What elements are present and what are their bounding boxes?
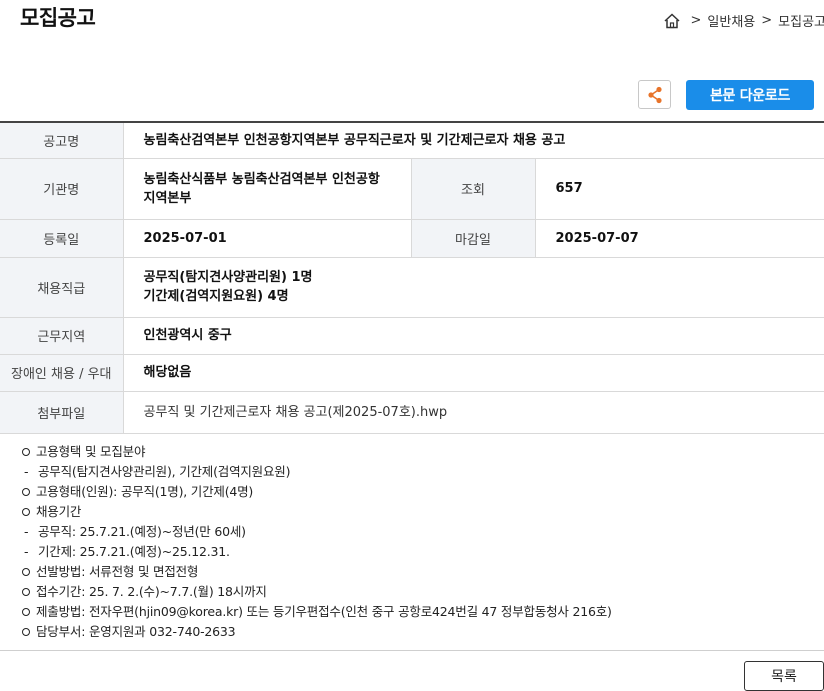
disabled-hiring-label: 장애인 채용 / 우대 [0,354,124,392]
body-line: 담당부서: 운영지원과 032-740-2633 [20,622,612,642]
breadcrumb-separator: > [761,13,773,28]
views-value: 657 [535,158,824,220]
rank-label: 채용직급 [0,257,124,318]
table-row: 기관명 농림축산식품부 농림축산검역본부 인천공항 지역본부 조회 657 [0,158,824,220]
rank-value-line: 공무직(탐지견사양관리원) 1명 [143,270,313,285]
views-label: 조회 [411,158,536,220]
download-body-button[interactable]: 본문 다운로드 [686,80,814,110]
list-button[interactable]: 목록 [744,661,824,691]
rank-value: 공무직(탐지견사양관리원) 1명 기간제(검역지원요원) 4명 [123,257,824,318]
deadline-label: 마감일 [411,219,536,258]
body-line: 제출방법: 전자우편(hjin09@korea.kr) 또는 등기우편접수(인천… [20,602,612,622]
table-row: 공고명 농림축산검역본부 인천공항지역본부 공무직근로자 및 기간제근로자 채용… [0,122,824,159]
breadcrumb-item-general-hiring[interactable]: 일반채용 [707,11,755,30]
breadcrumb-separator: > [690,13,702,28]
region-value: 인천광역시 중구 [123,317,824,355]
table-row: 채용직급 공무직(탐지견사양관리원) 1명 기간제(검역지원요원) 4명 [0,257,824,318]
body-line: 고용형태(인원): 공무직(1명), 기간제(4명) [20,482,612,502]
circle-bullet-icon [22,608,30,616]
page-title: 모집공고 [20,6,96,30]
breadcrumb: > 일반채용 > 모집공고 [663,11,824,30]
org-label: 기관명 [0,158,124,220]
circle-bullet-icon [22,448,30,456]
title-value: 농림축산검역본부 인천공항지역본부 공무직근로자 및 기간제근로자 채용 공고 [123,122,824,159]
home-icon[interactable] [663,12,681,30]
body-line: 고용형택 및 모집분야 [20,442,612,462]
org-value: 농림축산식품부 농림축산검역본부 인천공항 지역본부 [123,158,412,220]
divider [0,650,824,651]
table-row: 등록일 2025-07-01 마감일 2025-07-07 [0,219,824,258]
reg-date-label: 등록일 [0,219,124,258]
deadline-value: 2025-07-07 [535,219,824,258]
body-line: - 기간제: 25.7.21.(예정)~25.12.31. [24,544,230,559]
body-line: 선발방법: 서류전형 및 면접전형 [20,562,612,582]
table-row: 근무지역 인천광역시 중구 [0,317,824,355]
attachment-link[interactable]: 공무직 및 기간제근로자 채용 공고(제2025-07호).hwp [123,391,824,434]
circle-bullet-icon [22,588,30,596]
table-row: 장애인 채용 / 우대 해당없음 [0,354,824,392]
org-value-line: 농림축산식품부 농림축산검역본부 인천공항 [143,171,380,187]
body-line: 채용기간 [20,502,612,522]
body-line: - 공무직: 25.7.21.(예정)~정년(만 60세) [24,524,246,539]
reg-date-value: 2025-07-01 [123,219,412,258]
disabled-hiring-value: 해당없음 [123,354,824,392]
share-button[interactable] [638,80,671,109]
body-line: 접수기간: 25. 7. 2.(수)~7.7.(월) 18시까지 [20,582,612,602]
table-row: 첨부파일 공무직 및 기간제근로자 채용 공고(제2025-07호).hwp [0,391,824,434]
job-info-table: 공고명 농림축산검역본부 인천공항지역본부 공무직근로자 및 기간제근로자 채용… [0,121,824,434]
rank-value-line: 기간제(검역지원요원) 4명 [143,289,289,304]
circle-bullet-icon [22,488,30,496]
circle-bullet-icon [22,568,30,576]
region-label: 근무지역 [0,317,124,355]
title-label: 공고명 [0,122,124,159]
circle-bullet-icon [22,508,30,516]
breadcrumb-item-recruitment[interactable]: 모집공고 [778,11,824,30]
notice-body: 고용형택 및 모집분야 - 공무직(탐지견사양관리원), 기간제(검역지원요원) … [20,442,612,642]
share-icon [647,86,662,103]
org-value-line: 지역본부 [143,190,192,206]
circle-bullet-icon [22,628,30,636]
attachment-label: 첨부파일 [0,391,124,434]
body-line: - 공무직(탐지견사양관리원), 기간제(검역지원요원) [24,464,291,479]
